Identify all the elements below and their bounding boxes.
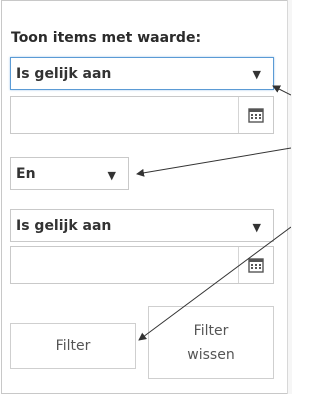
annotation-arrows: [136, 85, 291, 341]
arrow-to-logic-select: [136, 147, 291, 177]
arrow-to-operator-select-1: [272, 85, 291, 96]
arrow-to-filter-button: [138, 226, 291, 341]
